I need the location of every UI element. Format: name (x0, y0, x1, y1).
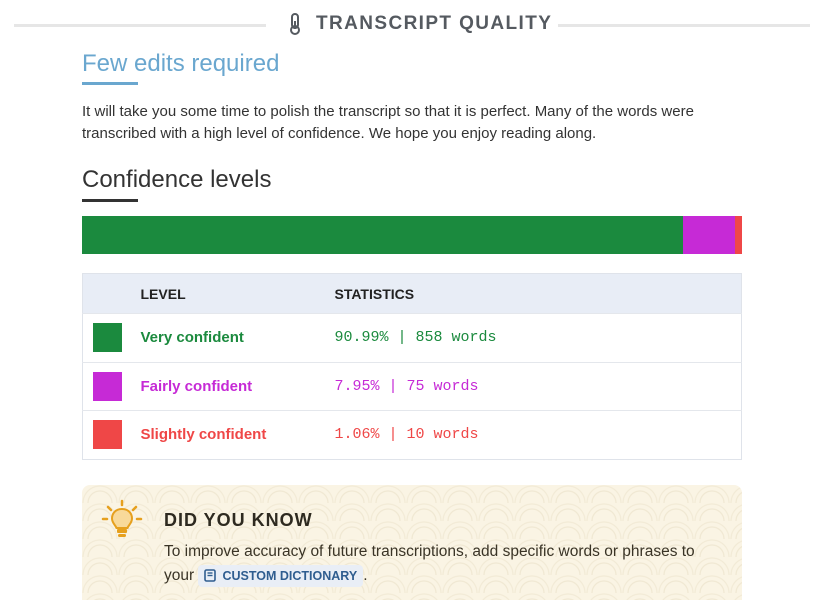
summary-title-underline (82, 82, 138, 85)
custom-dictionary-label: CUSTOM DICTIONARY (222, 568, 358, 583)
header-divider-right (558, 24, 810, 27)
lightbulb-icon (101, 499, 143, 537)
column-header-statistics: STATISTICS (334, 273, 742, 314)
level-label: Slightly confident (140, 410, 335, 460)
did-you-know-text: To improve accuracy of future transcript… (164, 540, 724, 588)
table-header-row: LEVEL STATISTICS (82, 273, 742, 314)
quality-summary-title: Few edits required (82, 50, 280, 77)
swatch-cell (82, 361, 141, 411)
color-swatch (93, 323, 122, 353)
confidence-bar-segment (682, 216, 735, 254)
thermometer-icon (290, 13, 300, 35)
table-row-slightly-confident: Slightly confident 1.06% | 10 words (82, 410, 742, 460)
column-header-level: LEVEL (140, 273, 335, 314)
level-statistics: 1.06% | 10 words (334, 410, 742, 460)
confidence-table: LEVEL STATISTICS Very confident 90.99% |… (82, 273, 742, 460)
quality-description: It will take you some time to polish the… (82, 103, 694, 142)
level-label: Fairly confident (140, 361, 335, 411)
confidence-levels-heading: Confidence levels (82, 166, 272, 193)
confidence-heading-underline (82, 199, 138, 202)
header-divider-left (14, 24, 266, 27)
did-you-know-panel: DID YOU KNOW To improve accuracy of futu… (82, 485, 742, 600)
section-header: TRANSCRIPT QUALITY (0, 0, 823, 50)
color-swatch (93, 420, 122, 450)
confidence-bar-segment (82, 216, 683, 254)
color-swatch (93, 371, 122, 401)
table-row-fairly-confident: Fairly confident 7.95% | 75 words (82, 361, 742, 411)
confidence-bar (82, 216, 742, 254)
level-label: Very confident (140, 313, 335, 363)
swatch-cell (82, 313, 141, 363)
header-title-group: TRANSCRIPT QUALITY (286, 12, 552, 36)
tip-text-after: . (363, 567, 368, 584)
section-title: TRANSCRIPT QUALITY (316, 13, 553, 34)
confidence-bar-segment (735, 216, 742, 254)
level-statistics: 7.95% | 75 words (334, 361, 742, 411)
swatch-cell (82, 410, 141, 460)
header-swatch-cell (82, 273, 141, 314)
level-statistics: 90.99% | 858 words (334, 313, 742, 363)
book-icon (204, 569, 217, 583)
table-row-very-confident: Very confident 90.99% | 858 words (82, 313, 742, 363)
custom-dictionary-link[interactable]: CUSTOM DICTIONARY (198, 564, 364, 587)
did-you-know-title: DID YOU KNOW (164, 510, 313, 530)
